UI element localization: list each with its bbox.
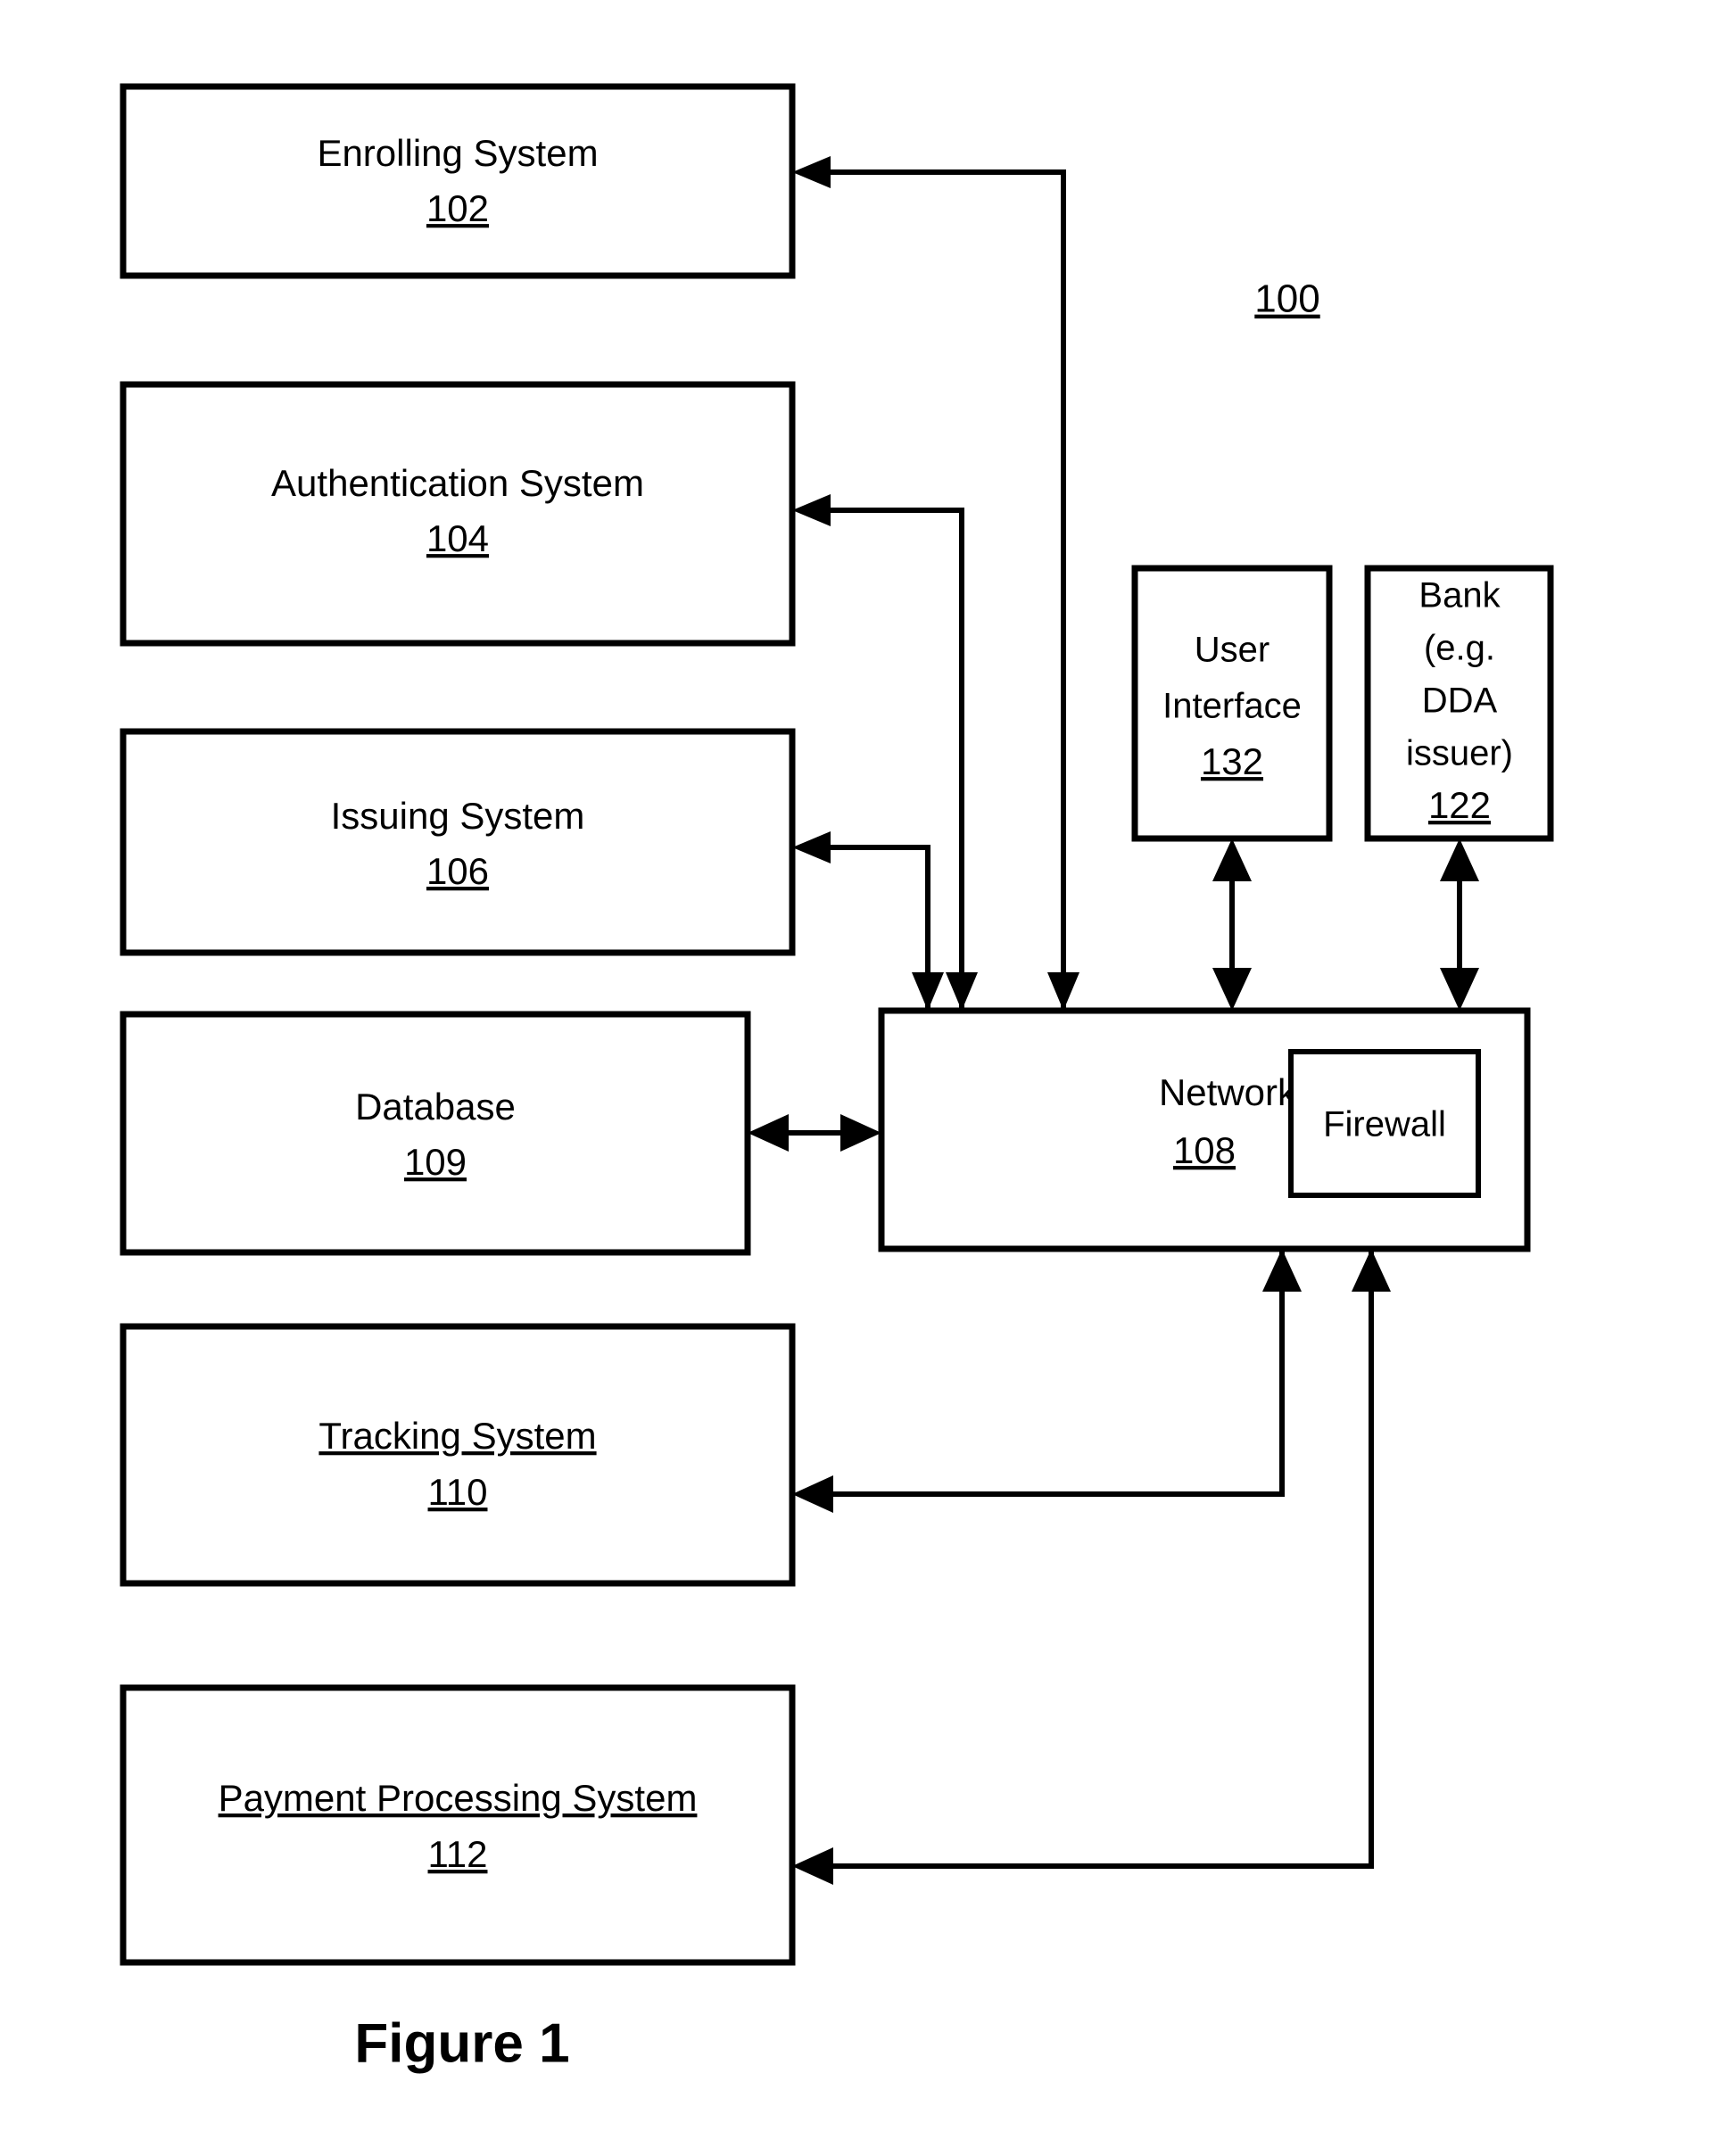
user-interface-label-line1: User xyxy=(1195,631,1270,670)
tracking-system-label: Tracking System xyxy=(318,1415,596,1457)
connector-network-to-issuing-system xyxy=(792,831,944,1011)
arrowhead-to-user-interface xyxy=(1212,838,1252,881)
connector-user-interface-network xyxy=(1212,838,1252,1011)
system-reference-numeral: 100 xyxy=(1254,277,1319,321)
connector-network-to-tracking-system xyxy=(792,1249,1302,1513)
bank-label-line2: (e.g. xyxy=(1424,629,1495,668)
issuing-system-rect xyxy=(120,728,796,956)
connector-network-to-enrolling-system xyxy=(792,156,1079,1011)
arrowhead-to-network-left xyxy=(840,1114,881,1152)
authentication-system-rect xyxy=(120,381,796,647)
database-rect xyxy=(120,1011,751,1256)
database-ref: 109 xyxy=(404,1141,467,1183)
arrowhead-to-authentication-system xyxy=(792,494,831,526)
payment-processing-system-ref: 112 xyxy=(428,1833,488,1875)
user-interface-ref: 132 xyxy=(1201,740,1263,782)
network-ref: 108 xyxy=(1173,1129,1236,1171)
arrowhead-into-network-top-a xyxy=(912,972,944,1011)
connector-database-network xyxy=(748,1114,881,1152)
box-database: Database 109 xyxy=(120,1011,751,1256)
figure-page: Enrolling System 102 Authentication Syst… xyxy=(0,0,1712,2156)
box-enrolling-system: Enrolling System 102 xyxy=(120,83,796,279)
figure-caption: Figure 1 xyxy=(354,2012,569,2074)
bank-label-line3: DDA xyxy=(1422,681,1498,721)
system-diagram: Enrolling System 102 Authentication Syst… xyxy=(120,83,1554,2074)
payment-processing-system-label: Payment Processing System xyxy=(219,1777,698,1819)
issuing-system-ref: 106 xyxy=(426,850,489,892)
authentication-system-label: Authentication System xyxy=(271,462,644,504)
arrowhead-to-enrolling-system xyxy=(792,156,831,188)
bank-label-line1: Bank xyxy=(1418,576,1501,615)
box-bank: Bank (e.g. DDA issuer) 122 xyxy=(1364,565,1554,842)
arrowhead-to-issuing-system xyxy=(792,831,831,863)
bank-ref: 122 xyxy=(1428,784,1491,826)
user-interface-label-line2: Interface xyxy=(1162,687,1302,726)
arrowhead-into-network-top-c xyxy=(1047,972,1079,1011)
database-label: Database xyxy=(355,1086,516,1128)
enrolling-system-label: Enrolling System xyxy=(317,132,598,174)
arrowhead-to-tracking-system xyxy=(792,1475,833,1513)
box-tracking-system: Tracking System 110 xyxy=(120,1323,796,1587)
arrowhead-to-bank xyxy=(1440,838,1479,881)
arrowhead-to-database xyxy=(748,1114,789,1152)
enrolling-system-ref: 102 xyxy=(426,187,489,229)
box-authentication-system: Authentication System 104 xyxy=(120,381,796,647)
arrowhead-into-network-bottom-a xyxy=(1262,1249,1302,1292)
authentication-system-ref: 104 xyxy=(426,517,489,559)
issuing-system-label: Issuing System xyxy=(331,795,585,837)
bank-label-line4: issuer) xyxy=(1406,734,1513,773)
arrowhead-into-network-top-b xyxy=(946,972,978,1011)
connector-network-to-authentication-system xyxy=(792,494,978,1011)
arrowhead-into-network-bottom-b xyxy=(1352,1249,1391,1292)
box-payment-processing-system: Payment Processing System 112 xyxy=(120,1684,796,1966)
network-label: Network xyxy=(1159,1071,1297,1113)
enrolling-system-rect xyxy=(120,83,796,279)
arrowhead-to-payment-processing-system xyxy=(792,1847,833,1885)
payment-processing-system-rect xyxy=(120,1684,796,1966)
box-issuing-system: Issuing System 106 xyxy=(120,728,796,956)
connector-bank-network xyxy=(1440,838,1479,1011)
box-network: Network 108 Firewall xyxy=(878,1007,1531,1252)
box-user-interface: User Interface 132 xyxy=(1131,565,1333,842)
arrowhead-into-network-top-ui xyxy=(1212,968,1252,1011)
arrowhead-into-network-top-bank xyxy=(1440,968,1479,1011)
tracking-system-ref: 110 xyxy=(428,1471,488,1513)
firewall-label: Firewall xyxy=(1323,1105,1446,1144)
connector-network-to-payment-processing-system xyxy=(792,1249,1391,1885)
